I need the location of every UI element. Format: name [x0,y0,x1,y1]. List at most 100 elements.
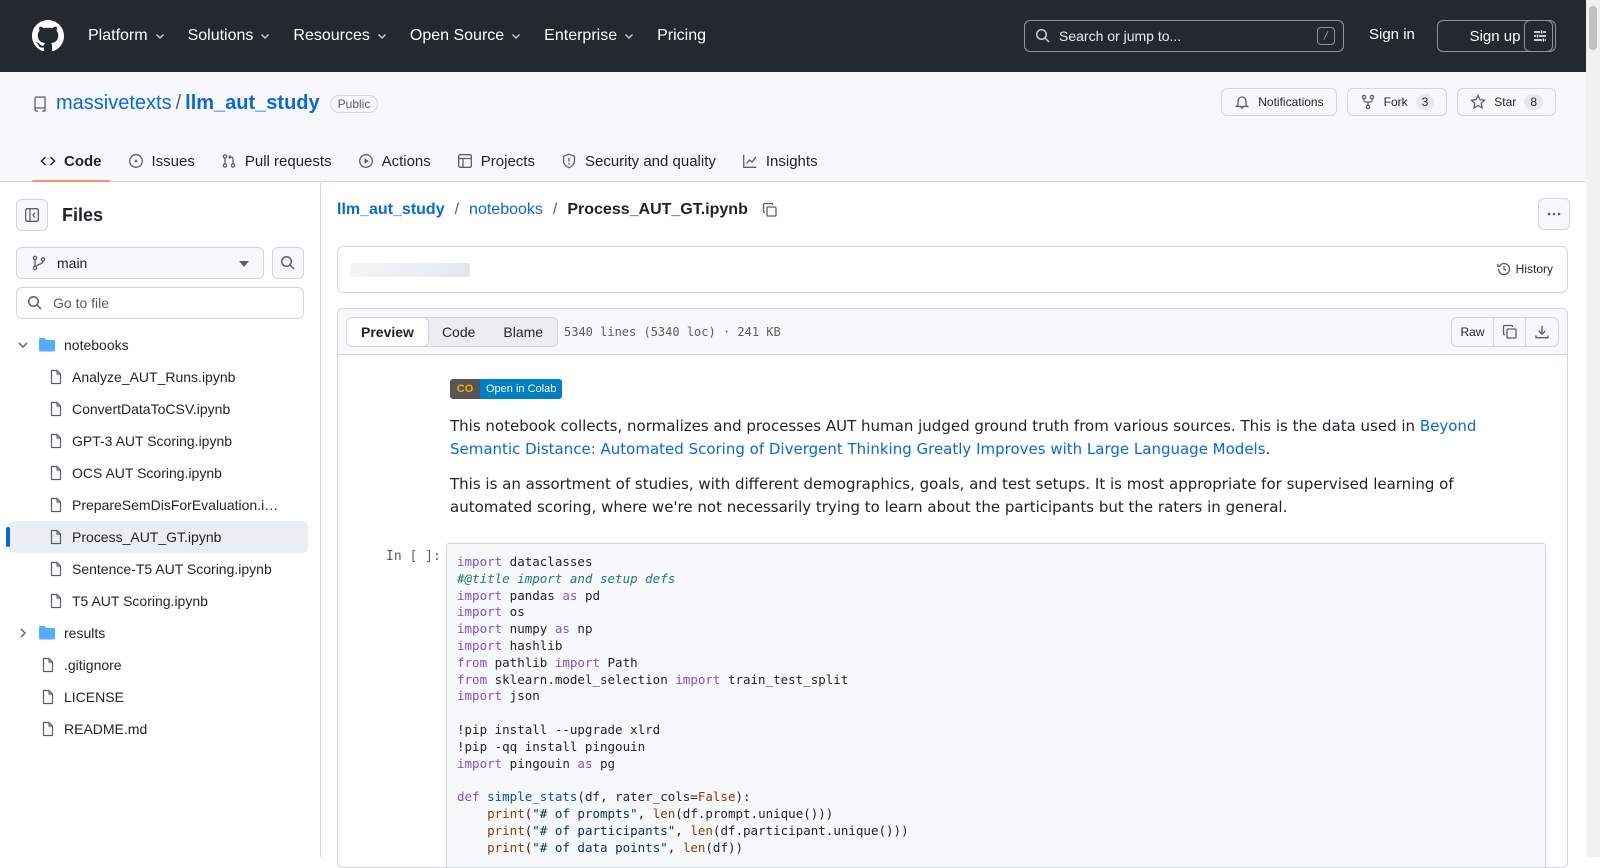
markdown-paragraph: This notebook collects, normalizes and p… [450,415,1480,461]
view-mode-switch: Preview Code Blame [346,317,559,347]
breadcrumb: llm_aut_study / notebooks / Process_AUT_… [337,201,778,219]
nav-resources[interactable]: Resources [293,27,387,45]
breadcrumb-repo-link[interactable]: llm_aut_study [337,201,445,219]
tree-item-label: OCS AUT Scoring.ipynb [72,465,222,481]
sliders-icon [1534,30,1546,42]
star-button[interactable]: Star 8 [1457,88,1556,116]
triangle-down-icon [239,261,249,267]
more-options-button[interactable] [1538,198,1570,230]
fork-button[interactable]: Fork 3 [1346,88,1448,116]
copy-path-button[interactable] [762,202,778,218]
fork-count: 3 [1415,94,1435,110]
file-tree: notebooks Analyze_AUT_Runs.ipynb ConvertDa… [6,329,308,745]
tab-security[interactable]: Security and quality [553,140,724,182]
tree-file[interactable]: README.md [8,713,308,745]
tree-item-label: .gitignore [64,657,122,673]
chevron-right-icon [20,628,26,638]
git-branch-icon [32,255,46,271]
breadcrumb-separator: / [552,201,558,218]
chevron-down-icon [625,34,634,39]
notifications-button[interactable]: Notifications [1221,88,1337,116]
paragraph-text: This notebook collects, normalizes and p… [450,417,1420,435]
tab-issues[interactable]: Issues [120,140,203,182]
tab-actions[interactable]: Actions [350,140,439,182]
nav-open-source[interactable]: Open Source [410,27,522,45]
breadcrumb-folder-link[interactable]: notebooks [469,201,543,219]
page-scrollbar[interactable] [1586,0,1600,857]
tab-projects[interactable]: Projects [449,140,543,182]
search-icon [27,295,42,310]
view-blame-button[interactable]: Blame [489,318,557,346]
file-actions: Raw [1451,317,1559,347]
tree-file[interactable]: T5 AUT Scoring.ipynb [8,585,308,617]
go-to-file-input[interactable]: Go to file [16,287,304,319]
file-icon [50,497,62,513]
tree-file[interactable]: Analyze_AUT_Runs.ipynb [8,361,308,393]
tree-file[interactable]: GPT-3 AUT Scoring.ipynb [8,425,308,457]
nav-pricing-label: Pricing [657,27,706,44]
repository-title: massivetexts / llm_aut_study Public [32,92,379,115]
chevron-down-icon [512,34,521,39]
tab-pull-requests[interactable]: Pull requests [213,140,340,182]
tree-file[interactable]: Process_AUT_GT.ipynb [6,521,308,553]
history-link[interactable]: History [1496,261,1553,277]
repo-owner-link[interactable]: massivetexts [56,92,172,115]
sign-in-link[interactable]: Sign in [1369,26,1415,43]
repo-name-link[interactable]: llm_aut_study [185,92,319,115]
search-icon [280,255,295,270]
nav-enterprise[interactable]: Enterprise [544,27,635,45]
nav-platform-label: Platform [88,27,148,44]
tree-file[interactable]: .gitignore [8,649,308,681]
scrollbar-thumb[interactable] [1589,6,1597,50]
tree-file[interactable]: LICENSE [8,681,308,713]
nav-pricing[interactable]: Pricing [657,27,706,45]
tab-insights[interactable]: Insights [734,140,826,182]
fork-icon [1361,94,1374,110]
file-icon [50,593,62,609]
top-navigation: Platform Solutions Resources Open Source… [88,27,728,45]
tree-folder[interactable]: notebooks [8,329,308,361]
tree-file[interactable]: Sentence-T5 AUT Scoring.ipynb [8,553,308,585]
play-circle-icon [358,154,373,168]
paragraph-text: This is an assortment of studies, with d… [450,475,1454,516]
search-files-button[interactable] [272,247,304,279]
collapse-sidebar-button[interactable] [16,199,48,231]
github-logo-icon[interactable] [32,20,64,52]
tree-item-label: Analyze_AUT_Runs.ipynb [72,369,236,385]
tab-code[interactable]: Code [32,140,110,182]
search-icon [1035,28,1050,43]
code-cell-source: import dataclasses #@title import and se… [457,554,909,855]
nav-solutions[interactable]: Solutions [188,27,272,45]
tree-item-label: results [64,625,106,641]
view-code-button[interactable]: Code [428,318,489,346]
branch-selector[interactable]: main [16,247,264,279]
view-preview-button[interactable]: Preview [346,317,429,347]
repository-tabs: Code Issues Pull requests Actions Projec… [32,140,836,182]
fork-label: Fork [1383,95,1408,109]
tree-file[interactable]: OCS AUT Scoring.ipynb [8,457,308,489]
sidebar-title: Files [62,204,104,225]
folder-icon [39,626,55,640]
download-icon [1535,325,1549,339]
tree-file[interactable]: PrepareSemDisForEvaluation.i… [8,489,308,521]
menu-button[interactable] [1524,20,1556,52]
breadcrumb-separator: / [454,201,460,218]
global-search-input[interactable]: Search or jump to... / [1024,20,1344,52]
raw-button[interactable]: Raw [1452,318,1494,346]
copy-raw-button[interactable] [1494,318,1526,346]
sidebar-collapse-icon [25,208,39,222]
colab-logo-text: CO [456,383,474,395]
tree-item-label: ConvertDataToCSV.ipynb [72,401,231,417]
file-icon [50,465,62,481]
tree-item-label: Process_AUT_GT.ipynb [72,529,222,545]
file-icon [50,369,62,385]
code-icon [40,156,56,166]
tree-folder[interactable]: results [8,617,308,649]
download-button[interactable] [1526,318,1558,346]
tree-file[interactable]: ConvertDataToCSV.ipynb [8,393,308,425]
nav-solutions-label: Solutions [187,27,254,44]
tab-code-label: Code [64,152,102,170]
nav-open-source-label: Open Source [409,27,505,44]
nav-platform[interactable]: Platform [88,27,166,45]
open-in-colab-badge[interactable]: CO Open in Colab [450,379,563,399]
